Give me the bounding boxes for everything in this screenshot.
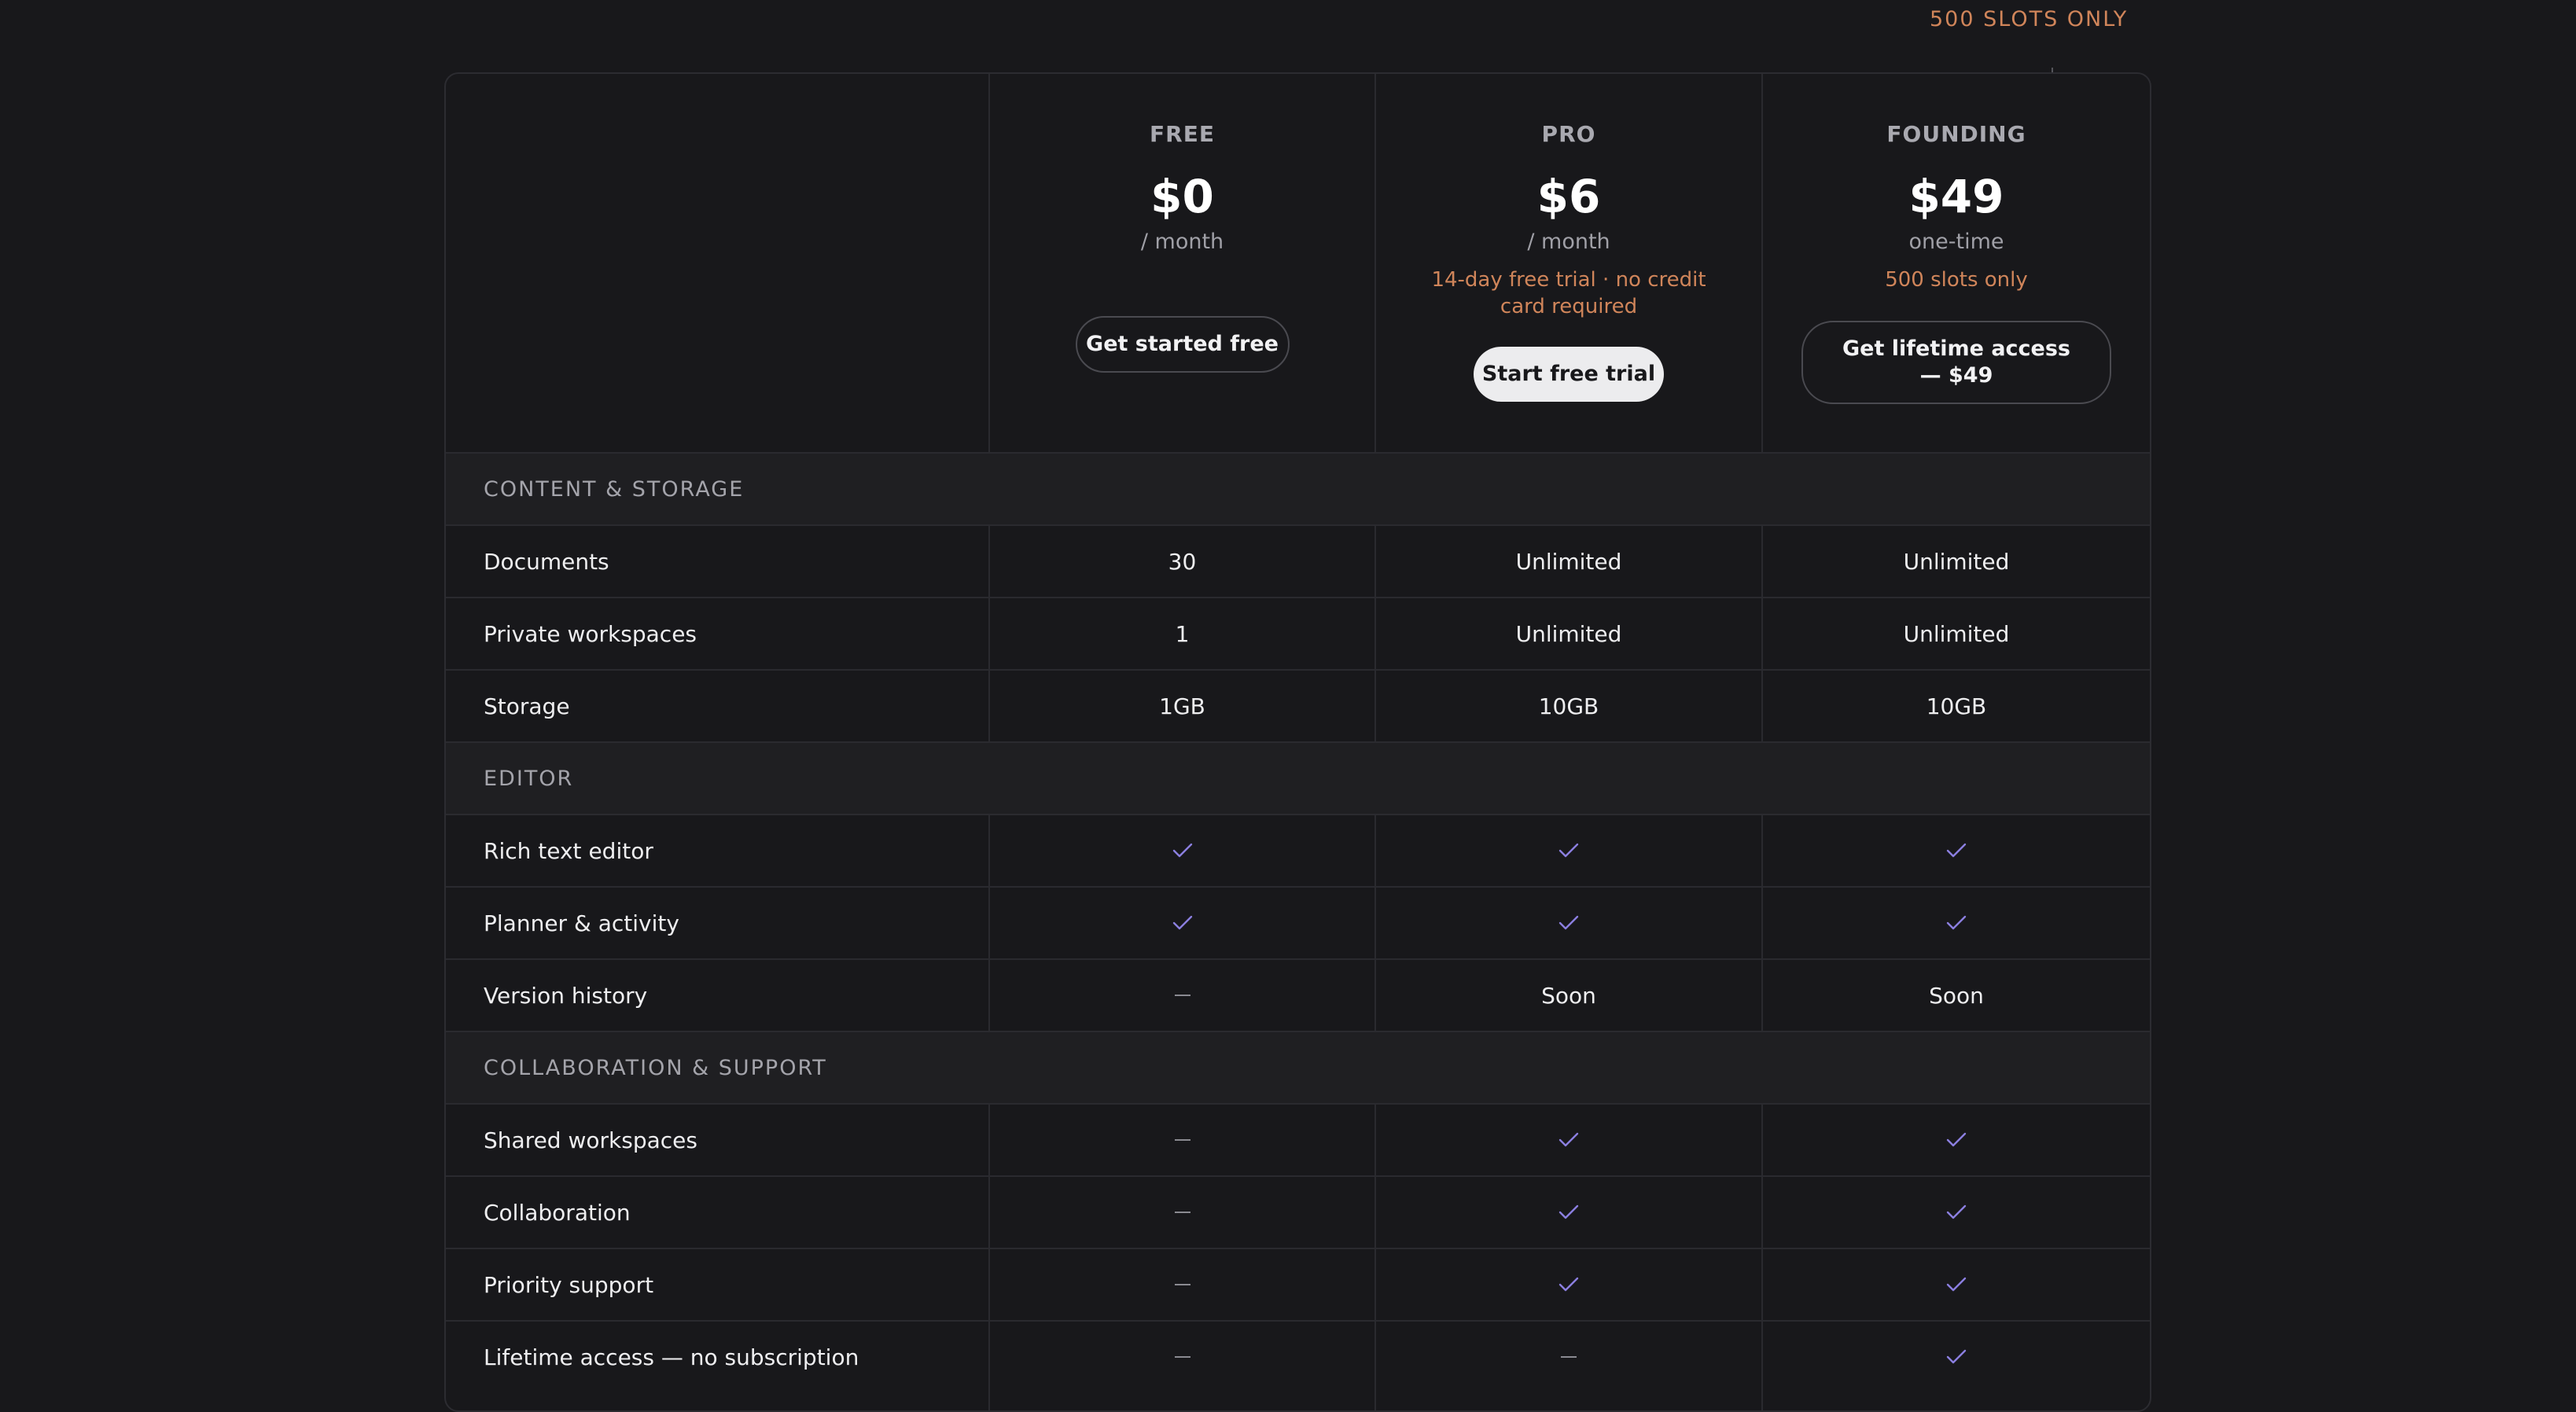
feature-label: Storage [484, 693, 570, 719]
check-icon [1763, 1322, 2150, 1392]
feature-row: Lifetime access — no subscription [446, 1320, 2150, 1392]
feature-label: Priority support [484, 1271, 654, 1298]
feature-label: Collaboration [484, 1199, 631, 1226]
check-icon [1763, 1177, 2150, 1248]
get-started-free-button[interactable]: Get started free [1075, 316, 1290, 373]
feature-row: Shared workspaces [446, 1103, 2150, 1175]
check-icon [1763, 888, 2150, 958]
feature-row: Rich text editor [446, 814, 2150, 886]
feature-value: 10GB [1538, 693, 1599, 719]
plan-trial-note: 14-day free trial · no credit card requi… [1431, 268, 1706, 318]
plan-name: FREE [1150, 121, 1215, 147]
plan-price: $6 [1536, 170, 1601, 223]
feature-label: Lifetime access — no subscription [484, 1344, 859, 1370]
feature-label: Version history [484, 982, 648, 1009]
dash-icon [1376, 1322, 1761, 1392]
feature-value: 10GB [1926, 693, 1987, 719]
feature-row: Documents 30 Unlimited Unlimited [446, 524, 2150, 597]
dash-icon [990, 1177, 1374, 1248]
feature-row: Version history Soon Soon [446, 958, 2150, 1031]
feature-row: Private workspaces 1 Unlimited Unlimited [446, 597, 2150, 669]
feature-rows: CONTENT & STORAGE Documents 30 Unlimited Unl… [446, 452, 2150, 1392]
feature-value: 1 [1175, 620, 1190, 647]
section-header-row: COLLABORATION & SUPPORT [446, 1031, 2150, 1103]
feature-label: Rich text editor [484, 837, 653, 864]
plan-free: FREE $0 / month Get started free [990, 74, 1374, 453]
start-free-trial-button[interactable]: Start free trial [1474, 347, 1664, 402]
feature-value: Unlimited [1515, 620, 1622, 647]
section-label: COLLABORATION & SUPPORT [484, 1055, 827, 1080]
plan-period: one-time [1908, 230, 2004, 254]
plan-name: FOUNDING [1886, 121, 2026, 147]
check-icon [1376, 1177, 1761, 1248]
check-icon [1376, 888, 1761, 958]
feature-row: Storage 1GB 10GB 10GB [446, 669, 2150, 741]
dash-icon [990, 1105, 1374, 1175]
check-icon [1376, 815, 1761, 886]
plan-price: $0 [1150, 170, 1214, 223]
feature-label: Private workspaces [484, 620, 697, 647]
section-header-row: EDITOR [446, 741, 2150, 814]
plan-pro: PRO $6 / month 14-day free trial · no cr… [1376, 74, 1761, 453]
check-icon [1763, 815, 2150, 886]
get-lifetime-access-button[interactable]: Get lifetime access — $49 [1801, 321, 2111, 404]
feature-value: Soon [1541, 982, 1596, 1009]
check-icon [1376, 1105, 1761, 1175]
plan-name: PRO [1541, 121, 1596, 147]
feature-value: Unlimited [1903, 548, 2010, 575]
plan-slots-note: 500 slots only [1885, 268, 2028, 292]
plan-founding: FOUNDING $49 one-time 500 slots only Get… [1763, 74, 2150, 453]
dash-icon [990, 1249, 1374, 1320]
plan-price: $49 [1908, 170, 2004, 223]
feature-row: Planner & activity [446, 886, 2150, 958]
feature-value: Unlimited [1903, 620, 2010, 647]
plans-header: FREE $0 / month Get started free PRO $6 … [446, 74, 2150, 453]
feature-label: Documents [484, 548, 609, 575]
feature-row: Collaboration [446, 1175, 2150, 1248]
check-icon [990, 815, 1374, 886]
feature-value: 1GB [1159, 693, 1205, 719]
feature-value: Unlimited [1515, 548, 1622, 575]
feature-value: Soon [1929, 982, 1984, 1009]
check-icon [1763, 1249, 2150, 1320]
plan-period: / month [1140, 230, 1224, 254]
feature-value: 30 [1168, 548, 1197, 575]
section-label: EDITOR [484, 766, 574, 791]
pricing-comparison-table: FREE $0 / month Get started free PRO $6 … [444, 72, 2151, 1412]
slots-badge: 500 SLOTS ONLY [1930, 7, 2129, 31]
feature-label: Shared workspaces [484, 1127, 697, 1153]
section-header-row: CONTENT & STORAGE [446, 452, 2150, 524]
plan-period: / month [1527, 230, 1610, 254]
section-label: CONTENT & STORAGE [484, 476, 745, 502]
check-icon [1376, 1249, 1761, 1320]
feature-label: Planner & activity [484, 910, 679, 936]
check-icon [1763, 1105, 2150, 1175]
dash-icon [990, 1322, 1374, 1392]
feature-row: Priority support [446, 1248, 2150, 1320]
check-icon [990, 888, 1374, 958]
dash-icon [990, 960, 1374, 1031]
